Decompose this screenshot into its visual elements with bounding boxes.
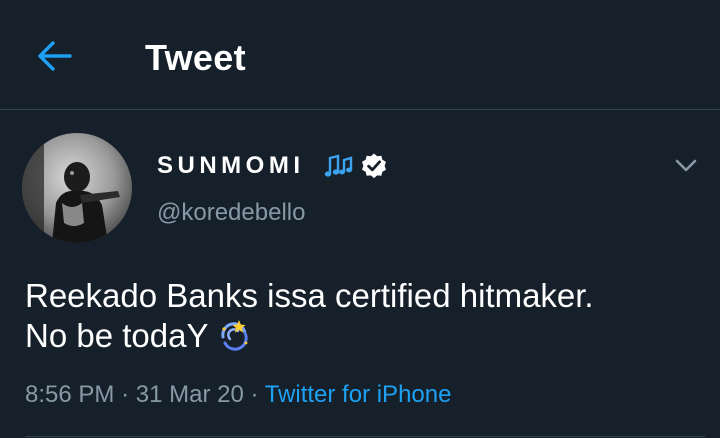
dizzy-icon: [221, 320, 249, 351]
avatar[interactable]: [22, 133, 132, 243]
tweet-text-line-2-text: No be todaY: [25, 317, 209, 354]
divider: [25, 436, 705, 437]
tweet-time: 8:56 PM: [25, 381, 115, 408]
tweet-source-link[interactable]: Twitter for iPhone: [265, 381, 452, 408]
tweet-text: Reekado Banks issa certified hitmaker. N…: [25, 276, 705, 356]
tweet-date: 31 Mar 20: [135, 381, 244, 408]
author-handle[interactable]: @koredebello: [157, 198, 305, 228]
back-button[interactable]: [30, 32, 78, 80]
more-options-button[interactable]: [670, 150, 702, 182]
meta-separator: ·: [250, 381, 259, 408]
verified-badge-icon: [362, 153, 386, 179]
page-title: Tweet: [145, 37, 246, 78]
tweet-meta: 8:56 PM · 31 Mar 20 · Twitter for iPhone: [25, 380, 451, 410]
musical-notes-icon: [324, 154, 353, 177]
tweet-text-line-2: No be todaY: [25, 316, 705, 356]
top-app-bar: Tweet: [0, 0, 720, 110]
author-display-name[interactable]: SUNMOMI: [157, 151, 305, 181]
chevron-down-icon: [675, 159, 697, 172]
meta-separator: ·: [121, 381, 130, 408]
arrow-left-icon: [38, 41, 72, 71]
tweet-text-line-1: Reekado Banks issa certified hitmaker.: [25, 277, 594, 314]
